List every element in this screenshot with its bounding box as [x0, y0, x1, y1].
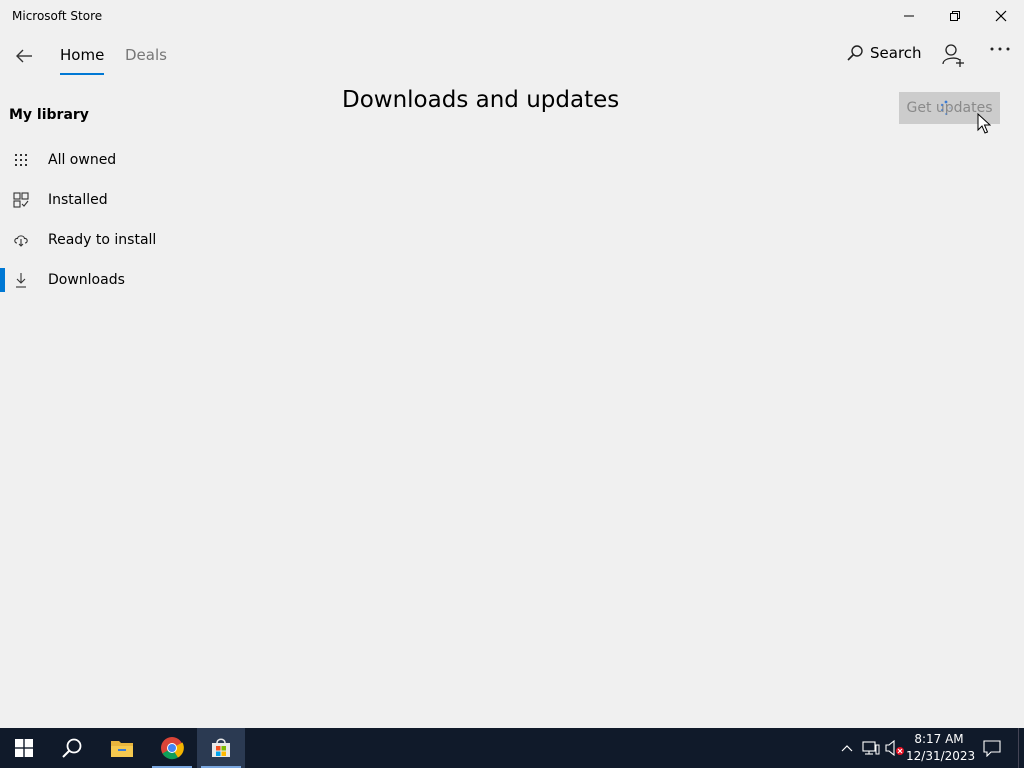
volume-button[interactable] — [884, 728, 906, 768]
folder-icon — [111, 741, 133, 757]
more-icon — [990, 47, 1010, 51]
sidebar-item-label: All owned — [48, 152, 117, 168]
taskbar-file-explorer[interactable] — [98, 728, 146, 768]
search-icon — [847, 45, 863, 61]
taskbar-search-button[interactable] — [48, 728, 96, 768]
sidebar-item-installed[interactable]: Installed — [0, 180, 200, 220]
tab-deals[interactable]: Deals — [125, 46, 167, 64]
sidebar-item-label: Installed — [48, 192, 108, 208]
sidebar-item-all-owned[interactable]: All owned — [0, 140, 200, 180]
page-title: Downloads and updates — [342, 87, 620, 113]
add-user-icon — [942, 44, 964, 67]
minimize-icon — [904, 15, 914, 17]
tab-home[interactable]: Home — [60, 46, 105, 75]
installed-icon — [12, 191, 30, 209]
network-button[interactable] — [860, 728, 882, 768]
close-button[interactable] — [978, 0, 1024, 32]
minimize-button[interactable] — [886, 0, 932, 32]
search-label: Search — [870, 44, 922, 62]
chrome-icon — [161, 737, 184, 760]
chevron-up-icon — [841, 745, 853, 752]
notification-icon — [983, 740, 1001, 757]
grid-icon — [12, 151, 30, 169]
nav-bar: Home Deals Search — [0, 34, 1024, 78]
restore-button[interactable] — [932, 0, 978, 32]
sidebar-item-ready-to-install[interactable]: Ready to install — [0, 220, 200, 260]
more-options-button[interactable] — [987, 42, 1013, 64]
download-icon — [12, 271, 30, 289]
mouse-cursor-icon — [977, 113, 991, 134]
show-hidden-icons-button[interactable] — [838, 728, 856, 768]
sidebar-title: My library — [9, 107, 89, 123]
sidebar-item-label: Ready to install — [48, 232, 157, 248]
sidebar-item-label: Downloads — [48, 272, 125, 288]
clock-time: 8:17 AM — [914, 732, 964, 746]
account-button[interactable] — [940, 42, 966, 68]
show-desktop-button[interactable] — [1018, 728, 1024, 768]
window-title: Microsoft Store — [12, 9, 103, 23]
taskbar-chrome[interactable] — [148, 728, 196, 768]
restore-icon — [950, 11, 960, 21]
back-button[interactable] — [8, 40, 40, 72]
cloud-download-icon — [12, 231, 30, 249]
search-icon — [62, 738, 82, 758]
start-button[interactable] — [0, 728, 48, 768]
store-bag-icon — [212, 738, 230, 757]
search-button[interactable]: Search — [846, 44, 922, 62]
back-arrow-icon — [16, 49, 32, 63]
network-icon — [862, 741, 880, 755]
taskbar: 8:17 AM 12/31/2023 — [0, 728, 1024, 768]
title-bar: Microsoft Store — [0, 0, 1024, 34]
taskbar-clock[interactable]: 8:17 AM 12/31/2023 — [906, 731, 976, 765]
sidebar-item-downloads[interactable]: Downloads — [0, 260, 200, 300]
close-icon — [995, 10, 1007, 22]
clock-date: 12/31/2023 — [906, 749, 976, 763]
volume-muted-icon — [885, 740, 904, 756]
action-center-button[interactable] — [978, 728, 1006, 768]
loading-spinner-icon — [940, 100, 951, 116]
taskbar-microsoft-store[interactable] — [197, 728, 245, 768]
windows-logo-icon — [15, 739, 33, 757]
